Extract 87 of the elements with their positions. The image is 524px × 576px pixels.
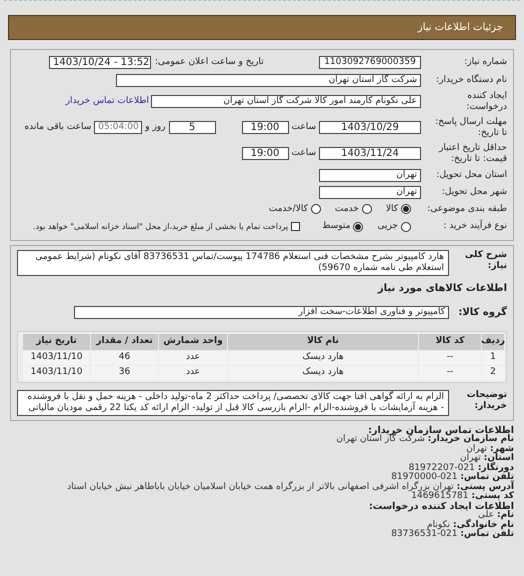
radio-button[interactable] (310, 204, 321, 214)
value-field: 05:04:00 (94, 121, 142, 134)
field-value: شرکت گاز استان تهران (336, 435, 425, 444)
field-label: حداقل تاریخ اعتبار قیمت: تا تاریخ: (438, 142, 507, 164)
option-label: جزیی (377, 220, 398, 233)
radio-button[interactable] (401, 204, 411, 214)
section-title: اطلاعات ایجاد کننده درخواست: (368, 502, 514, 511)
field-label: طبقه بندی موضوعی: (426, 204, 507, 215)
checkbox[interactable] (291, 222, 300, 232)
value-field: 1403/11/24 (319, 147, 421, 160)
column-header: کد کالا (419, 334, 481, 350)
table-cell: 36 (91, 366, 158, 380)
option-label: متوسط (322, 220, 350, 233)
page-title: جزئیات اطلاعات نیاز (418, 21, 503, 35)
column-header: تعداد / مقدار (91, 334, 158, 350)
field-label: شماره نیاز: (463, 57, 507, 68)
field-value: 81970000-021 (391, 473, 458, 482)
value-field: 1403/10/29 (319, 121, 421, 134)
field-label: نام خانوادگی: (452, 520, 514, 530)
section-title: اطلاعات کالاهای مورد نیاز (376, 282, 507, 296)
value-field: 5 (168, 121, 216, 134)
value-field: علی نکونام کارمند امور کالا شرکت گاز استان تهران (151, 95, 421, 108)
option-label: کالا (386, 202, 398, 216)
column-header: واحد شمارش (159, 334, 227, 350)
field-value: تهران بزرگراه اشرفی اصفهانی بالاتر از بزرگراه همت خیابان اسلامیان خیابان باباطاهر نبش خیابان استاد (67, 482, 454, 492)
table-cell: عدد (159, 366, 227, 380)
value-field: تهران (319, 168, 421, 182)
field-label: شهر محل تحویل: (440, 186, 507, 198)
field-label: استان: (484, 454, 514, 463)
field-value: 1469615781 (411, 492, 469, 502)
option-label: پرداخت تمام یا بخشی از مبلغ خرید،از محل "اسناد خزانه اسلامی" خواهد بود. (33, 220, 288, 233)
field-value: نکونام (427, 520, 450, 530)
field-label: مهلت ارسال پاسخ: تا تاریخ: (434, 116, 507, 138)
field-label: ساعت باقی مانده (24, 120, 92, 134)
table-cell: هارد دیسک (228, 366, 418, 380)
table-cell: 1403/11/10 (23, 366, 90, 380)
contact-link[interactable]: اطلاعات تماس خریدار (66, 94, 149, 108)
value-field: کامپیوتر و فناوری اطلاعات-سخت افزار (74, 306, 449, 318)
option-label: کالا/خدمت (268, 202, 308, 216)
value-field: 1103092769000359 (319, 56, 421, 70)
field-label: دورنگار: (478, 464, 514, 472)
field-label: روز و (145, 120, 166, 134)
field-value: 81972207-021 (408, 464, 475, 472)
radio-button[interactable] (353, 222, 364, 232)
field-label: شهر: (490, 444, 514, 454)
field-value: علی (478, 511, 494, 520)
field-value: 83736531-021 (391, 530, 458, 540)
field-label: شرح کلی نیاز: (464, 250, 507, 272)
field-label: گروه کالا: (457, 305, 507, 320)
column-header: تاریخ نیاز (23, 334, 90, 350)
table-cell: هارد دیسک (228, 350, 418, 364)
column-header: ردیف (482, 334, 504, 350)
field-label: ساعت (292, 120, 316, 134)
field-value: تهران (466, 444, 487, 454)
field-label: نوع فرآیند خرید : (442, 221, 507, 232)
field-label: نام: (497, 511, 514, 520)
value-field: 19:00 (242, 121, 288, 134)
section-title: اطلاعات تماس سازمان خریدار: (368, 426, 514, 435)
value-field: شرکت گاز استان تهران (116, 74, 421, 86)
field-label: نام سازمان خریدار: (428, 435, 514, 444)
field-label: نام دستگاه خریدار: (435, 74, 507, 86)
field-label: استان محل تحویل: (435, 170, 507, 180)
value-field: 1403/10/24 - 13:52 (49, 56, 151, 70)
field-label: تلفن تماس: (460, 530, 514, 540)
table-cell: 2 (482, 366, 504, 380)
table-cell: عدد (159, 350, 227, 364)
value-field: تهران (319, 186, 421, 198)
notes-box: الزام به ارائه گواهی افتا جهت کالای تخصصی/ پرداخت حداکثر 2 ماه-تولید داخلی - هزینه حمل و نقل با فروشنده - هزینه آزمایشات با فروشنده-الزام -الزام بازرسی کالا قبل از تولید- الزام ارائه کد یکتا 22 رقمی مودیان مالیاتی (17, 390, 449, 416)
table-cell: 1 (482, 350, 504, 364)
table-cell: -- (419, 350, 481, 364)
table-cell: -- (419, 366, 481, 380)
radio-button[interactable] (401, 222, 411, 232)
field-label: تاریخ و ساعت اعلان عمومی: (155, 56, 264, 69)
value-field: 19:00 (242, 147, 288, 160)
field-label: ایجاد کننده درخواست: (466, 90, 507, 112)
column-header: نام کالا (228, 334, 418, 350)
field-value: تهران (460, 454, 481, 463)
field-label: ساعت (292, 146, 316, 160)
field-label: تلفن تماس: (460, 473, 514, 482)
field-label: توضیحات خریدار: (466, 390, 507, 412)
table-cell: 1403/11/10 (23, 350, 90, 364)
field-label: کد پستی: (472, 492, 514, 502)
field-label: آدرس پستی: (456, 482, 514, 492)
table-cell: 46 (91, 350, 158, 364)
description-box: هارد کامپیوتر بشرح مشخصات فنی استعلام 174786 پیوست/تماس 83736531 آقای نکونام (شرایط عمومی استعلام طی نامه شماره 59670) (17, 250, 449, 276)
option-label: خدمت (334, 202, 359, 216)
radio-button[interactable] (362, 204, 372, 214)
